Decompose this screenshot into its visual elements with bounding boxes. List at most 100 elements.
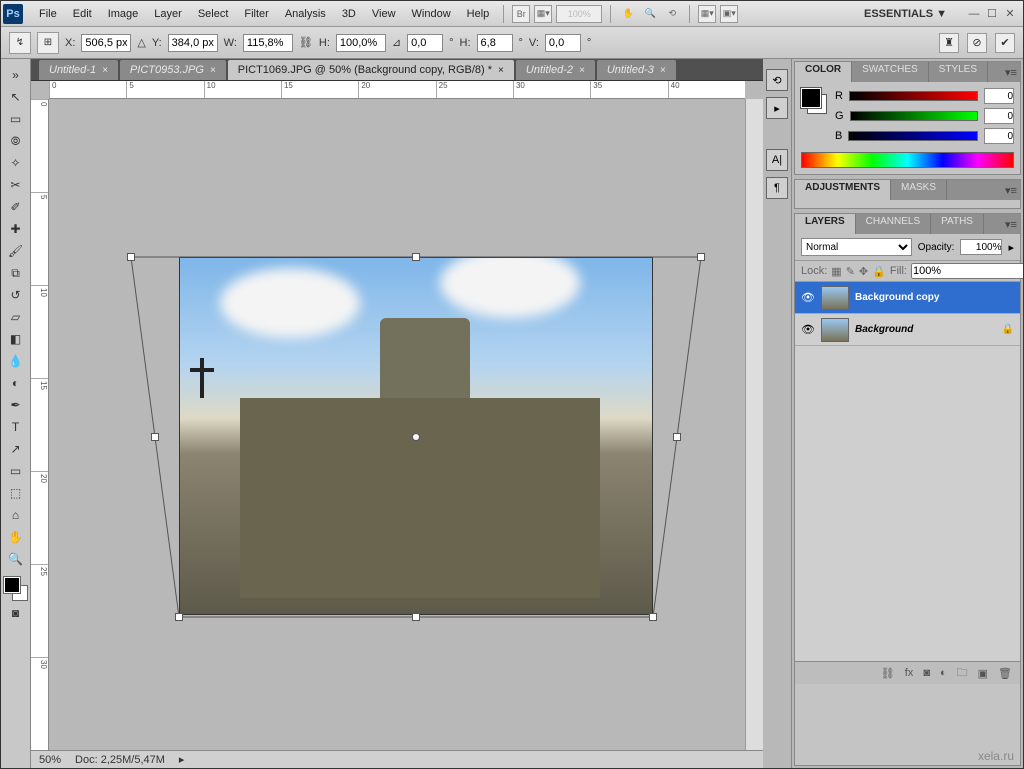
eraser-tool-icon[interactable]: ▱ (4, 307, 28, 327)
adjustment-layer-icon[interactable]: ◐ (940, 667, 947, 679)
visibility-eye-icon[interactable]: 👁 (801, 323, 815, 337)
zoom-tool-icon[interactable]: 🔍 (4, 549, 28, 569)
visibility-eye-icon[interactable]: 👁 (801, 291, 815, 305)
opacity-flyout-icon[interactable]: ▸ (1008, 241, 1014, 254)
crop-tool-icon[interactable]: ✂ (4, 175, 28, 195)
w-input[interactable] (243, 34, 293, 52)
h-skew-input[interactable] (477, 34, 513, 52)
close-icon[interactable]: × (498, 65, 504, 76)
menu-select[interactable]: Select (190, 2, 237, 26)
menu-help[interactable]: Help (459, 2, 498, 26)
character-panel-icon[interactable]: A| (766, 149, 788, 171)
menu-image[interactable]: Image (100, 2, 147, 26)
pen-tool-icon[interactable]: ✒ (4, 395, 28, 415)
transform-handle-mr[interactable] (673, 433, 681, 441)
rotate-view-icon[interactable]: ⟲ (663, 5, 681, 23)
arrange-docs-icon[interactable]: ▦▾ (698, 5, 716, 23)
warp-mode-icon[interactable]: ♜ (939, 33, 959, 53)
hand-tool-icon[interactable]: ✋ (4, 527, 28, 547)
history-panel-icon[interactable]: ⟲ (766, 69, 788, 91)
healing-tool-icon[interactable]: ✚ (4, 219, 28, 239)
close-icon[interactable]: × (660, 65, 666, 76)
menu-layer[interactable]: Layer (146, 2, 190, 26)
transform-handle-tc[interactable] (412, 253, 420, 261)
color-spectrum[interactable] (801, 152, 1014, 168)
ruler-horizontal[interactable]: 0510152025303540 (49, 81, 745, 99)
tab-untitled-2[interactable]: Untitled-2× (516, 60, 595, 80)
type-tool-icon[interactable]: T (4, 417, 28, 437)
b-slider[interactable] (848, 131, 978, 141)
transform-handle-ml[interactable] (151, 433, 159, 441)
x-input[interactable] (81, 34, 131, 52)
foreground-color[interactable] (4, 577, 20, 593)
g-slider[interactable] (850, 111, 978, 121)
transform-handle-br[interactable] (649, 613, 657, 621)
menu-edit[interactable]: Edit (65, 2, 100, 26)
link-icon[interactable]: ⛓ (299, 36, 313, 49)
menu-window[interactable]: Window (404, 2, 459, 26)
zoom-readout[interactable]: 50% (39, 754, 61, 766)
g-input[interactable] (984, 108, 1014, 124)
ruler-vertical[interactable]: 051015202530 (31, 99, 49, 750)
r-input[interactable] (984, 88, 1014, 104)
fill-input[interactable] (911, 263, 1023, 279)
y-input[interactable] (168, 34, 218, 52)
tab-channels[interactable]: CHANNELS (856, 214, 931, 234)
menu-analysis[interactable]: Analysis (277, 2, 334, 26)
close-icon[interactable]: × (102, 65, 108, 76)
marquee-tool-icon[interactable]: ▭ (4, 109, 28, 129)
current-tool-icon[interactable]: ↯ (9, 32, 31, 54)
panel-color-swatch[interactable] (801, 88, 827, 114)
actions-panel-icon[interactable]: ▸ (766, 97, 788, 119)
transform-handle-tl[interactable] (127, 253, 135, 261)
close-icon[interactable]: × (579, 65, 585, 76)
lock-position-icon[interactable]: ✥ (859, 265, 868, 278)
menu-filter[interactable]: Filter (236, 2, 276, 26)
angle-input[interactable] (407, 34, 443, 52)
layer-name[interactable]: Background copy (855, 292, 939, 303)
brush-tool-icon[interactable]: 🖌 (4, 241, 28, 261)
layer-fx-icon[interactable]: fx (905, 667, 914, 679)
new-layer-icon[interactable]: ▣ (978, 667, 988, 680)
tab-layers[interactable]: LAYERS (795, 214, 856, 234)
window-minimize-icon[interactable]: — (967, 7, 981, 21)
clone-tool-icon[interactable]: ⧉ (4, 263, 28, 283)
3d-camera-tool-icon[interactable]: ⌂ (4, 505, 28, 525)
move-tool-icon[interactable]: ↖ (4, 87, 28, 107)
3d-tool-icon[interactable]: ⬚ (4, 483, 28, 503)
triangle-icon[interactable]: △ (137, 36, 145, 49)
layer-mask-icon[interactable]: ◙ (923, 667, 930, 679)
delete-layer-icon[interactable]: 🗑 (998, 667, 1012, 680)
tab-pict1069[interactable]: PICT1069.JPG @ 50% (Background copy, RGB… (228, 60, 514, 80)
layer-name[interactable]: Background (855, 324, 913, 335)
panel-menu-icon[interactable]: ▾≡ (1002, 62, 1020, 82)
lock-all-icon[interactable]: 🔒 (872, 265, 886, 278)
lock-paint-icon[interactable]: ✎ (846, 265, 855, 278)
view-extras-icon[interactable]: ▦▾ (534, 5, 552, 23)
docsize-readout[interactable]: Doc: 2,25M/5,47M (75, 754, 165, 766)
layer-thumbnail[interactable] (821, 318, 849, 342)
v-skew-input[interactable] (545, 34, 581, 52)
tab-untitled-3[interactable]: Untitled-3× (597, 60, 676, 80)
layer-row[interactable]: 👁 Background copy (795, 282, 1020, 314)
tab-masks[interactable]: MASKS (891, 180, 947, 200)
tab-untitled-1[interactable]: Untitled-1× (39, 60, 118, 80)
transform-handle-tr[interactable] (697, 253, 705, 261)
panel-menu-icon[interactable]: ▾≡ (1002, 180, 1020, 200)
workspace-switcher[interactable]: ESSENTIALS ▼ (856, 6, 955, 22)
blur-tool-icon[interactable]: 💧 (4, 351, 28, 371)
menu-3d[interactable]: 3D (334, 2, 364, 26)
zoom-icon[interactable]: 🔍 (641, 5, 659, 23)
close-icon[interactable]: × (210, 65, 216, 76)
color-swatch[interactable] (4, 577, 28, 601)
panel-menu-icon[interactable]: ▾≡ (1002, 214, 1020, 234)
opacity-input[interactable] (960, 239, 1002, 255)
lock-transparency-icon[interactable]: ▦ (831, 265, 841, 278)
cancel-transform-icon[interactable]: ⊘ (967, 33, 987, 53)
transform-handle-bl[interactable] (175, 613, 183, 621)
eyedropper-tool-icon[interactable]: ✐ (4, 197, 28, 217)
menu-view[interactable]: View (364, 2, 404, 26)
status-menu-icon[interactable]: ▸ (179, 753, 185, 766)
blend-mode-select[interactable]: Normal (801, 238, 912, 256)
window-close-icon[interactable]: ✕ (1003, 7, 1017, 21)
